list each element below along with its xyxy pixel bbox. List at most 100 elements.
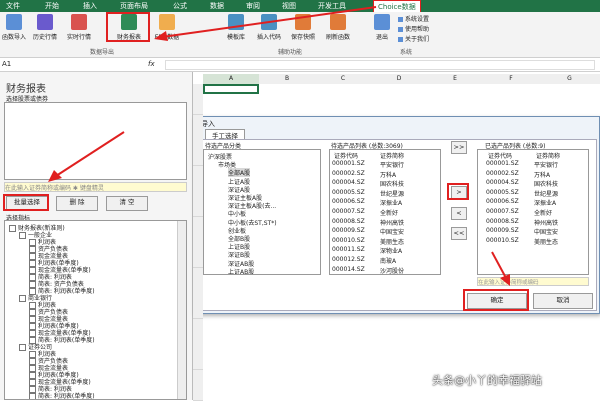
column-header-b[interactable]: B	[259, 74, 316, 84]
arrow-to-ribbon	[150, 4, 380, 44]
pending-row-name[interactable]: 世纪星源	[380, 189, 404, 198]
highlight-move-right	[447, 183, 469, 200]
pending-row-code[interactable]: 000002.SZ	[332, 170, 365, 177]
group-data-export: 数据导出	[90, 49, 115, 56]
arrow-to-batch	[40, 130, 130, 200]
pending-row-code[interactable]: 000005.SZ	[332, 189, 365, 196]
menu-home[interactable]: 开始	[45, 1, 59, 11]
row-header[interactable]	[193, 390, 203, 401]
pending-row-name[interactable]: 沙河股份	[380, 266, 404, 274]
pending-list[interactable]: 证券代码 证券简称 000001.SZ 平安银行 000002.SZ 万科A 00000…	[329, 149, 441, 275]
pending-row-code[interactable]: 000012.SZ	[332, 256, 365, 263]
function-import-button[interactable]: 函数导入	[2, 14, 26, 46]
selected-row-code[interactable]: 000001.SZ	[486, 160, 519, 167]
selected-row-name[interactable]: 中国宝安	[534, 227, 558, 236]
pending-row-code[interactable]: 000007.SZ	[332, 208, 365, 215]
history-quote-label: 历史行情	[32, 34, 57, 41]
selected-row-name[interactable]: 美丽生态	[534, 237, 558, 246]
pending-row-name[interactable]: 美丽生态	[380, 237, 404, 246]
pending-row-code[interactable]: 000008.SZ	[332, 218, 365, 225]
pending-row-code[interactable]: 000011.SZ	[332, 246, 365, 253]
name-box[interactable]: A1	[2, 60, 82, 70]
pending-row-code[interactable]: 000004.SZ	[332, 179, 365, 186]
help-icon	[398, 27, 403, 32]
pending-row-name[interactable]: 深振业A	[380, 198, 402, 207]
pending-row-code[interactable]: 000001.SZ	[332, 160, 365, 167]
selected-row-code[interactable]: 000007.SZ	[486, 208, 519, 215]
pending-row-name[interactable]: 万科A	[380, 170, 396, 179]
tree-scrollbar[interactable]	[177, 221, 186, 399]
realtime-quote-button[interactable]: 实时行情	[64, 14, 94, 46]
watermark: 头条@小丫的幸福驿站	[432, 374, 542, 387]
selected-row-name[interactable]: 神州高铁	[534, 218, 558, 227]
category-tree[interactable]: 沪深股票 市场类 全部A股 上证A股 深证A股 深证主板A股 深证主板A股(去... 中小板中…	[203, 149, 321, 275]
selected-row-code[interactable]: 000006.SZ	[486, 198, 519, 205]
help-item[interactable]: 使用帮助	[398, 24, 429, 34]
pending-row-name[interactable]: 中国宝安	[380, 227, 404, 236]
pending-row-code[interactable]: 000009.SZ	[332, 227, 365, 234]
realtime-chart-icon	[71, 14, 87, 30]
import-dialog: 导入 手工选择 待选产品分类 沪深股票 市场类 全部A股 上证A股 深证A股 深证主板A股…	[194, 116, 600, 314]
move-left-button[interactable]: <	[451, 207, 467, 220]
pending-row-name[interactable]: 南玻A	[380, 256, 396, 265]
selected-row-code[interactable]: 000009.SZ	[486, 227, 519, 234]
formula-bar: A1 fx	[0, 58, 600, 72]
pending-col-code: 证券代码	[334, 153, 359, 160]
arrow-to-ok	[488, 250, 518, 290]
pending-row-code[interactable]: 000014.SZ	[332, 266, 365, 273]
highlight-ok	[463, 289, 529, 311]
menu-file[interactable]: 文件	[6, 1, 20, 11]
selected-row-name[interactable]: 全新好	[534, 208, 552, 217]
selected-row-name[interactable]: 深振业A	[534, 198, 556, 207]
selected-row-name[interactable]: 世纪星源	[534, 189, 558, 198]
help-label: 使用帮助	[405, 26, 430, 33]
pending-row-name[interactable]: 全新好	[380, 208, 398, 217]
formula-input[interactable]	[165, 60, 595, 70]
column-header-e[interactable]: E	[427, 74, 484, 84]
checkbox-icon[interactable]	[19, 232, 26, 239]
cancel-button[interactable]: 取消	[533, 293, 593, 309]
selected-col-code: 证券代码	[488, 153, 513, 160]
column-header-d[interactable]: D	[371, 74, 428, 84]
pending-col-name: 证券简称	[380, 153, 405, 160]
category-item[interactable]: 上证AB股	[228, 267, 254, 274]
column-header-f[interactable]: F	[483, 74, 540, 84]
history-quote-button[interactable]: 历史行情	[30, 14, 60, 46]
selected-row-name[interactable]: 万科A	[534, 170, 550, 179]
tab-manual-select[interactable]: 手工选择	[205, 129, 245, 140]
selected-row-name[interactable]: 平安银行	[534, 160, 558, 169]
group-aux: 辅助功能	[278, 49, 303, 56]
about-item[interactable]: 关于我们	[398, 34, 429, 44]
system-settings-item[interactable]: 系统设置	[398, 14, 429, 24]
menu-insert[interactable]: 插入	[83, 1, 97, 11]
column-header-c[interactable]: C	[315, 74, 372, 84]
panel-title: 财务报表	[6, 84, 46, 95]
about-label: 关于我们	[405, 36, 430, 43]
move-all-right-button[interactable]: >>	[451, 141, 467, 154]
index-tree-box[interactable]: 财务报表(新准则) 一般企业 利润表 资产负债表 现金流量表 利润表(单季度) 现金流量表(…	[4, 220, 187, 400]
pending-row-name[interactable]: 平安银行	[380, 160, 404, 169]
pending-row-name[interactable]: 国农科技	[380, 179, 404, 188]
selected-row-code[interactable]: 000008.SZ	[486, 218, 519, 225]
about-icon	[398, 37, 403, 42]
fx-icon[interactable]: fx	[148, 60, 155, 68]
selected-row-code[interactable]: 000004.SZ	[486, 179, 519, 186]
red-arrow-icon	[491, 251, 510, 286]
selected-row-code[interactable]: 000002.SZ	[486, 170, 519, 177]
checkbox-icon[interactable]	[19, 344, 26, 351]
pending-row-code[interactable]: 000010.SZ	[332, 237, 365, 244]
pending-row-name[interactable]: 深物业A	[380, 246, 402, 255]
pending-row-name[interactable]: 神州高铁	[380, 218, 404, 227]
menu-page-layout[interactable]: 页面布局	[120, 1, 148, 11]
selected-row-code[interactable]: 000005.SZ	[486, 189, 519, 196]
realtime-quote-label: 实时行情	[66, 34, 91, 41]
pending-row-code[interactable]: 000006.SZ	[332, 198, 365, 205]
column-header-a[interactable]: A	[203, 74, 260, 84]
checkbox-icon[interactable]	[19, 295, 26, 302]
checkbox-icon[interactable]	[9, 225, 16, 232]
selected-cell-a1[interactable]	[203, 84, 259, 94]
selected-row-name[interactable]: 国农科技	[534, 179, 558, 188]
move-all-left-button[interactable]: <<	[451, 227, 467, 240]
column-header-g[interactable]: G	[539, 74, 600, 84]
selected-row-code[interactable]: 000010.SZ	[486, 237, 519, 244]
